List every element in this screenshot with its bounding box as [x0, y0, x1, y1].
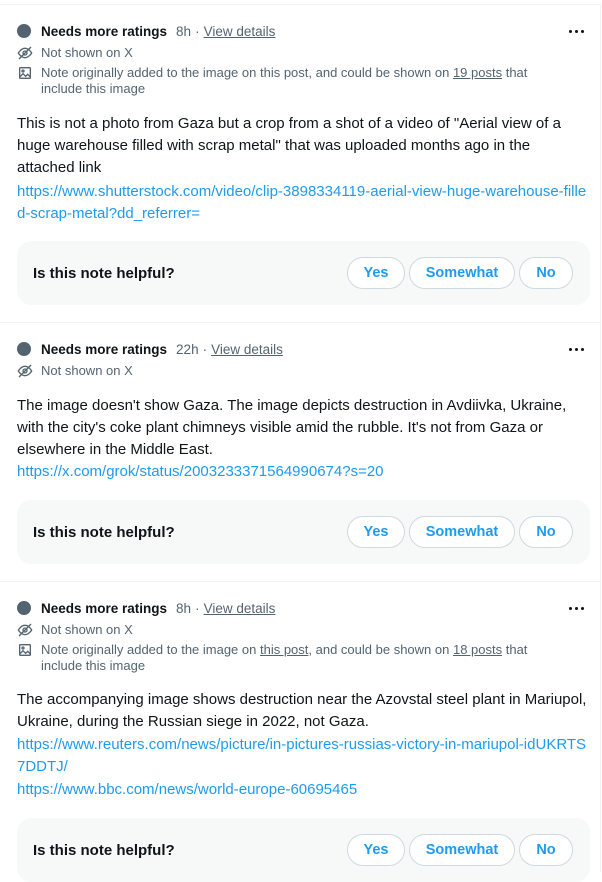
note-status-row: Needs more ratings 8h · View details — [17, 22, 275, 40]
not-shown-text: Not shown on X — [41, 45, 133, 60]
note-status-row: Needs more ratings 8h · View details — [17, 599, 275, 617]
media-note-row: Note originally added to the image on th… — [17, 642, 561, 674]
media-note-text: Note originally added to the image on th… — [41, 65, 453, 80]
more-options-icon[interactable] — [564, 340, 588, 358]
more-options-icon[interactable] — [564, 599, 588, 617]
image-icon — [19, 644, 31, 656]
separator: · — [195, 600, 200, 616]
not-shown-row: Not shown on X — [17, 363, 133, 379]
eye-off-icon — [17, 364, 33, 378]
somewhat-button[interactable]: Somewhat — [409, 516, 515, 548]
yes-button[interactable]: Yes — [347, 257, 405, 289]
no-button[interactable]: No — [519, 516, 573, 548]
no-button[interactable]: No — [519, 257, 573, 289]
view-details-link[interactable]: View details — [204, 24, 276, 39]
source-link[interactable]: https://x.com/grok/status/20032333715649… — [17, 461, 587, 483]
status-label: Needs more ratings — [41, 600, 168, 616]
status-time: 8h — [176, 600, 192, 616]
yes-button[interactable]: Yes — [347, 834, 405, 866]
not-shown-text: Not shown on X — [41, 622, 133, 637]
media-note-text: Note originally added to the image on — [41, 642, 260, 657]
status-label: Needs more ratings — [41, 341, 168, 357]
status-time: 22h — [176, 341, 199, 357]
helpful-prompt: Is this note helpful? Yes Somewhat No — [17, 241, 590, 305]
no-button[interactable]: No — [519, 834, 573, 866]
somewhat-button[interactable]: Somewhat — [409, 834, 515, 866]
helpful-prompt: Is this note helpful? Yes Somewhat No — [17, 500, 590, 564]
status-dot-icon — [17, 24, 31, 38]
status-label: Needs more ratings — [41, 23, 168, 39]
helpful-question: Is this note helpful? — [33, 841, 175, 859]
note-card: Needs more ratings 8h · View details Not… — [0, 581, 601, 882]
separator: · — [195, 23, 200, 39]
note-status-row: Needs more ratings 22h · View details — [17, 340, 283, 358]
yes-button[interactable]: Yes — [347, 516, 405, 548]
media-note-mid: , and could be shown on — [308, 642, 453, 657]
source-link[interactable]: https://www.reuters.com/news/picture/in-… — [17, 734, 587, 778]
note-body: The image doesn't show Gaza. The image d… — [17, 397, 567, 458]
note-card: Needs more ratings 22h · View details No… — [0, 322, 601, 581]
note-body: This is not a photo from Gaza but a crop… — [17, 115, 561, 176]
status-dot-icon — [17, 342, 31, 356]
status-time: 8h — [176, 23, 192, 39]
eye-off-icon — [17, 623, 33, 637]
not-shown-row: Not shown on X — [17, 622, 133, 638]
not-shown-row: Not shown on X — [17, 45, 133, 61]
status-dot-icon — [17, 601, 31, 615]
eye-off-icon — [17, 46, 33, 60]
separator: · — [202, 341, 208, 357]
note-body: The accompanying image shows destruction… — [17, 691, 587, 730]
somewhat-button[interactable]: Somewhat — [409, 257, 515, 289]
helpful-prompt: Is this note helpful? Yes Somewhat No — [17, 818, 590, 882]
note-card: Needs more ratings 8h · View details Not… — [0, 4, 601, 322]
posts-count-link[interactable]: 19 posts — [453, 65, 502, 80]
media-note-row: Note originally added to the image on th… — [17, 65, 561, 97]
source-link[interactable]: https://www.shutterstock.com/video/clip-… — [17, 181, 587, 225]
community-notes-feed: Needs more ratings 8h · View details Not… — [0, 0, 602, 882]
image-icon — [19, 67, 31, 79]
helpful-question: Is this note helpful? — [33, 523, 175, 541]
not-shown-text: Not shown on X — [41, 363, 133, 378]
more-options-icon[interactable] — [564, 22, 588, 40]
posts-count-link[interactable]: 18 posts — [453, 642, 502, 657]
view-details-link[interactable]: View details — [204, 601, 276, 616]
source-link[interactable]: https://www.bbc.com/news/world-europe-60… — [17, 779, 587, 801]
helpful-question: Is this note helpful? — [33, 264, 175, 282]
view-details-link[interactable]: View details — [211, 342, 283, 357]
this-post-link[interactable]: this post — [260, 642, 308, 657]
